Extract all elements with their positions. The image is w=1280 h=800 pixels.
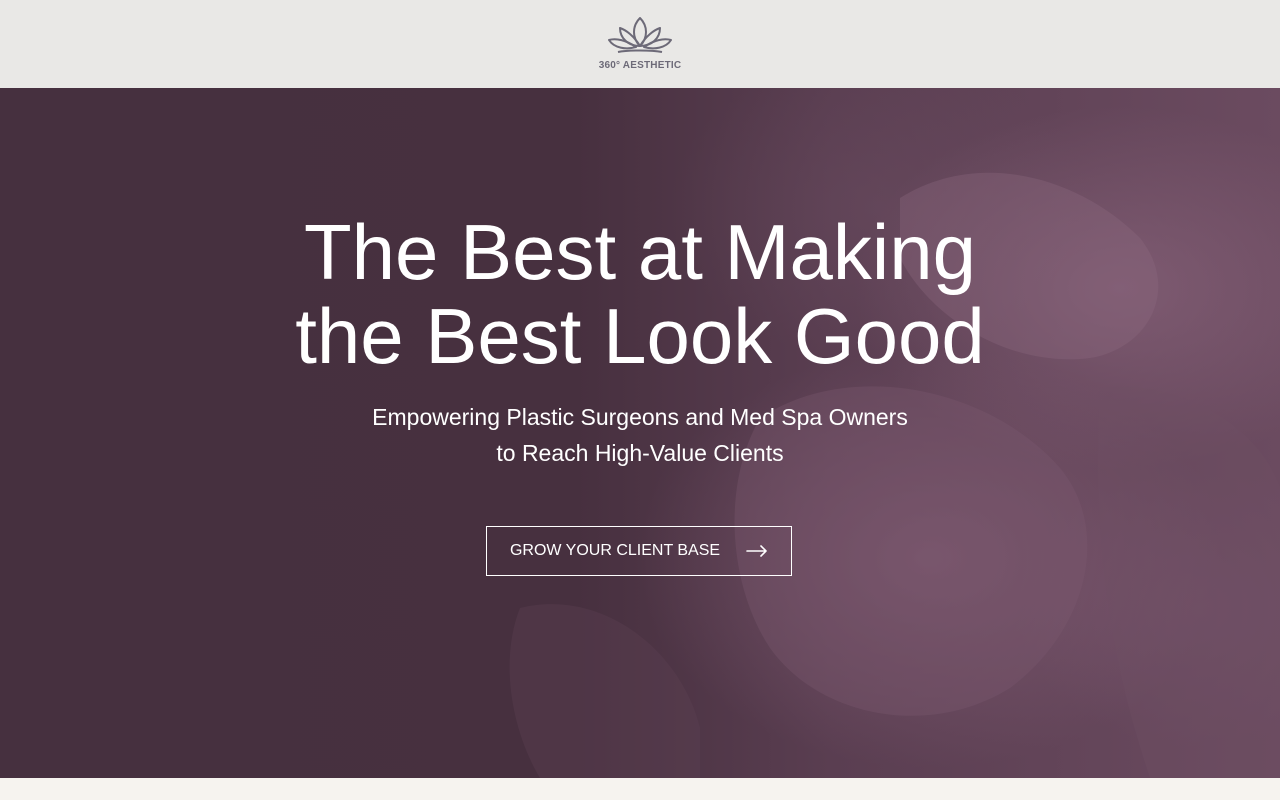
- landing-page: 360° AESTHETIC The Best at Making the Be…: [0, 0, 1280, 800]
- hero-section: The Best at Making the Best Look Good Em…: [0, 88, 1280, 778]
- hero-title-line-2: the Best Look Good: [295, 292, 985, 380]
- cta-label: GROW YOUR CLIENT BASE: [509, 542, 721, 559]
- hero-content: The Best at Making the Best Look Good Em…: [0, 88, 1280, 778]
- hero-subtitle-line-2: to Reach High-Value Clients: [496, 440, 784, 466]
- hero-subtitle: Empowering Plastic Surgeons and Med Spa …: [240, 399, 1040, 471]
- grow-client-base-button[interactable]: GROW YOUR CLIENT BASE: [486, 526, 792, 576]
- hero-title: The Best at Making the Best Look Good: [140, 210, 1140, 378]
- hero-title-line-1: The Best at Making: [304, 208, 976, 296]
- brand-logo-link[interactable]: 360° AESTHETIC: [599, 14, 682, 71]
- lotus-icon: [608, 17, 672, 53]
- arrow-right-icon: [746, 545, 767, 557]
- brand-name: 360° AESTHETIC: [598, 60, 682, 71]
- site-header: 360° AESTHETIC: [0, 0, 1280, 88]
- hero-subtitle-line-1: Empowering Plastic Surgeons and Med Spa …: [372, 404, 908, 430]
- next-section-edge: [0, 778, 1280, 800]
